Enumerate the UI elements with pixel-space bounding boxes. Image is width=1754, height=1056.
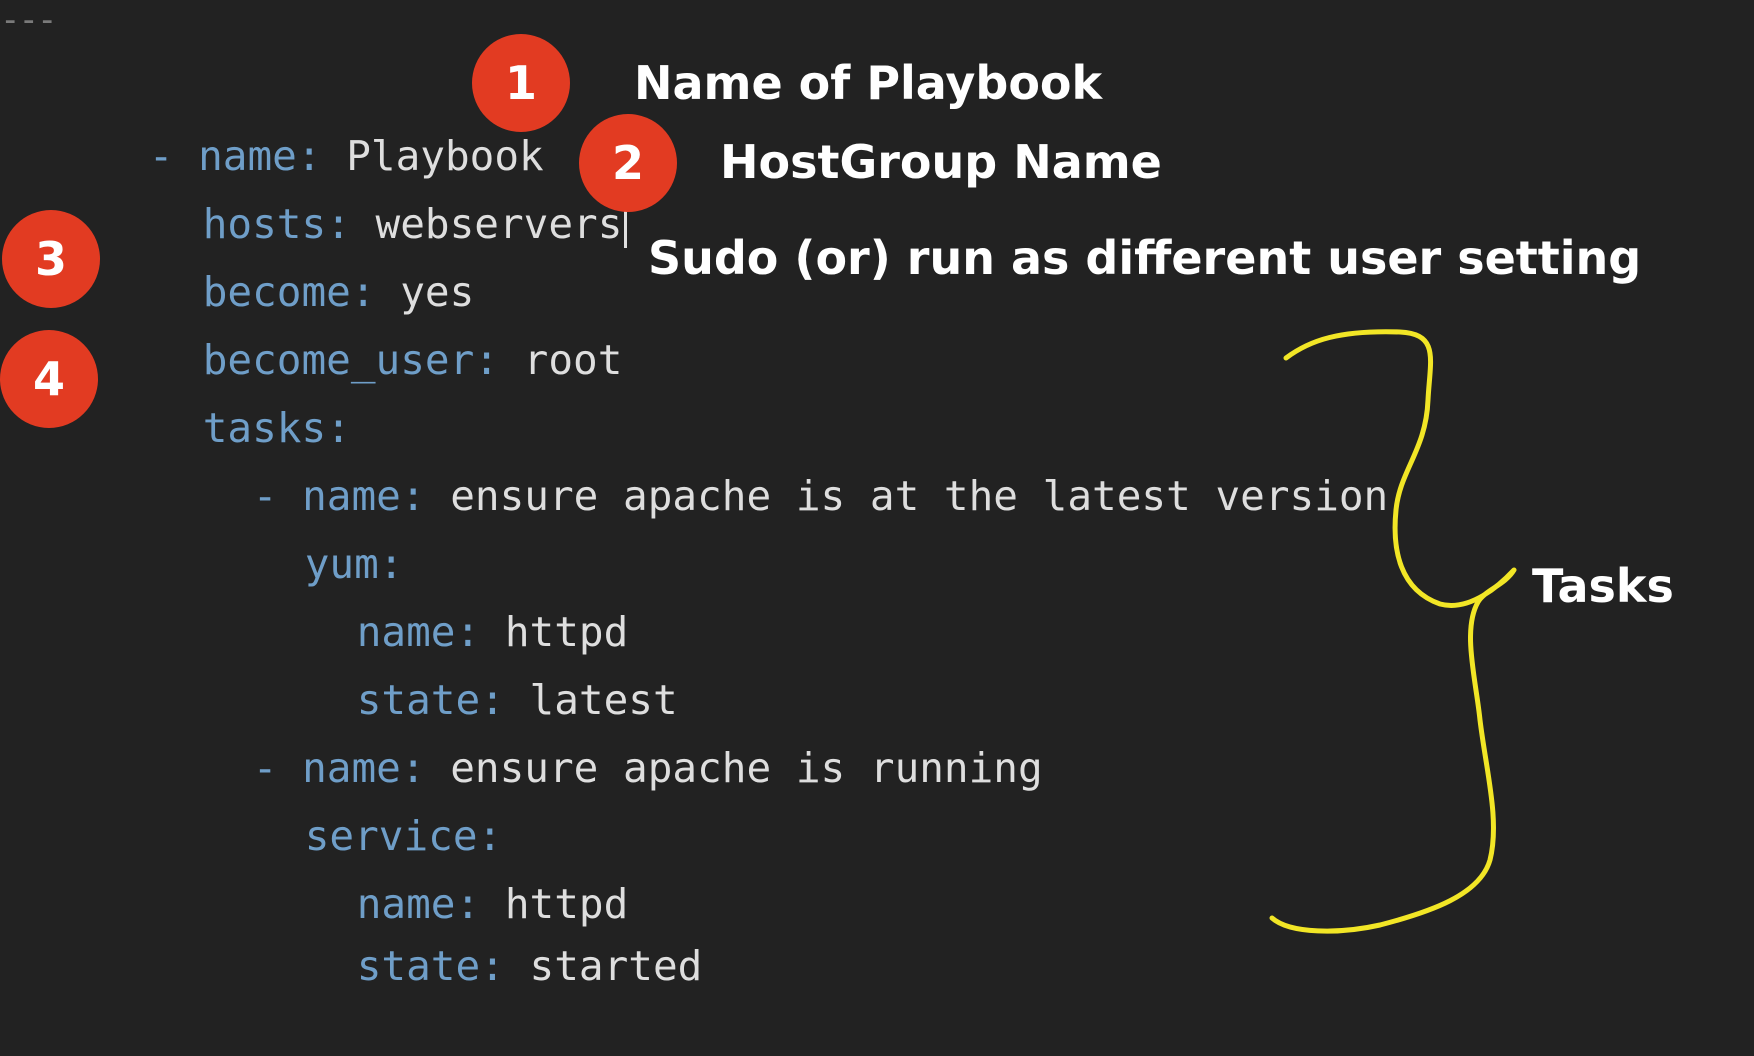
yaml-value: started bbox=[529, 942, 703, 990]
yaml-key: state bbox=[356, 942, 481, 990]
tasks-brace-icon bbox=[1269, 329, 1517, 934]
